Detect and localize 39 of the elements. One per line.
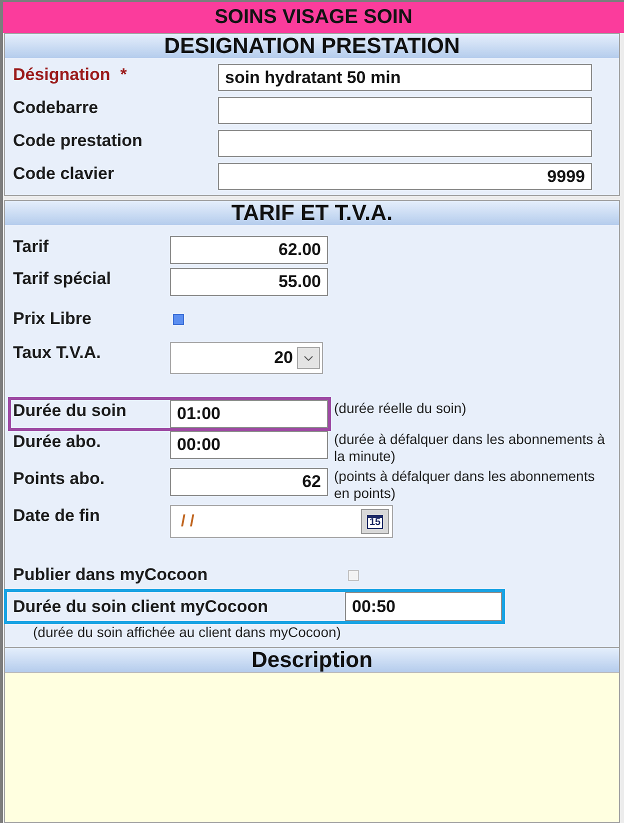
field-label: Date de fin <box>13 506 100 526</box>
field-label: Taux T.V.A. <box>13 343 101 363</box>
field-hint: (durée du soin affichée au client dans myCocoon) <box>33 624 341 641</box>
required-asterisk: * <box>120 65 127 85</box>
field-hint: (durée à défalquer dans les abonnements à la minute) <box>334 431 606 465</box>
title-bar: SOINS VISAGE SOIN <box>3 2 624 33</box>
checkbox[interactable] <box>348 570 359 580</box>
checkbox[interactable] <box>173 314 184 324</box>
field-hint: (durée réelle du soin) <box>334 400 468 417</box>
section-header: TARIF ET T.V.A. <box>5 201 619 225</box>
text-field[interactable] <box>218 97 592 124</box>
section-header: Description <box>5 648 619 672</box>
chevron-down-icon[interactable] <box>297 347 320 369</box>
field-label: Prix Libre <box>13 309 92 329</box>
field-label: Publier dans myCocoon <box>13 565 208 585</box>
date-field[interactable]: / / 15 <box>170 505 393 538</box>
field-label: Durée du soin <box>13 401 126 421</box>
field-label: Durée du soin client myCocoon <box>13 596 268 616</box>
section-header: DESIGNATION PRESTATION <box>5 34 619 58</box>
number-field[interactable]: 62 <box>170 468 328 496</box>
calendar-button[interactable]: 15 <box>361 509 389 534</box>
field-label: Désignation <box>13 65 110 85</box>
number-field[interactable]: 55.00 <box>170 268 328 296</box>
time-field[interactable]: 00:00 <box>170 431 328 459</box>
select-field[interactable]: 20 <box>170 342 323 374</box>
number-field[interactable]: 62.00 <box>170 236 328 264</box>
field-hint: (points à défalquer dans les abonnements en points) <box>334 468 596 502</box>
field-label: Code prestation <box>13 131 142 151</box>
field-label: Tarif <box>13 237 49 257</box>
time-field[interactable]: 00:50 <box>345 592 502 621</box>
field-label: Durée abo. <box>13 432 101 452</box>
field-label: Points abo. <box>13 469 105 489</box>
text-field[interactable] <box>218 130 592 157</box>
field-label: Codebarre <box>13 98 98 118</box>
text-field[interactable]: soin hydratant 50 min <box>218 64 592 91</box>
field-label: Code clavier <box>13 164 114 184</box>
number-field[interactable]: 9999 <box>218 163 592 190</box>
field-label: Tarif spécial <box>13 269 111 289</box>
time-field[interactable]: 01:00 <box>170 400 328 428</box>
